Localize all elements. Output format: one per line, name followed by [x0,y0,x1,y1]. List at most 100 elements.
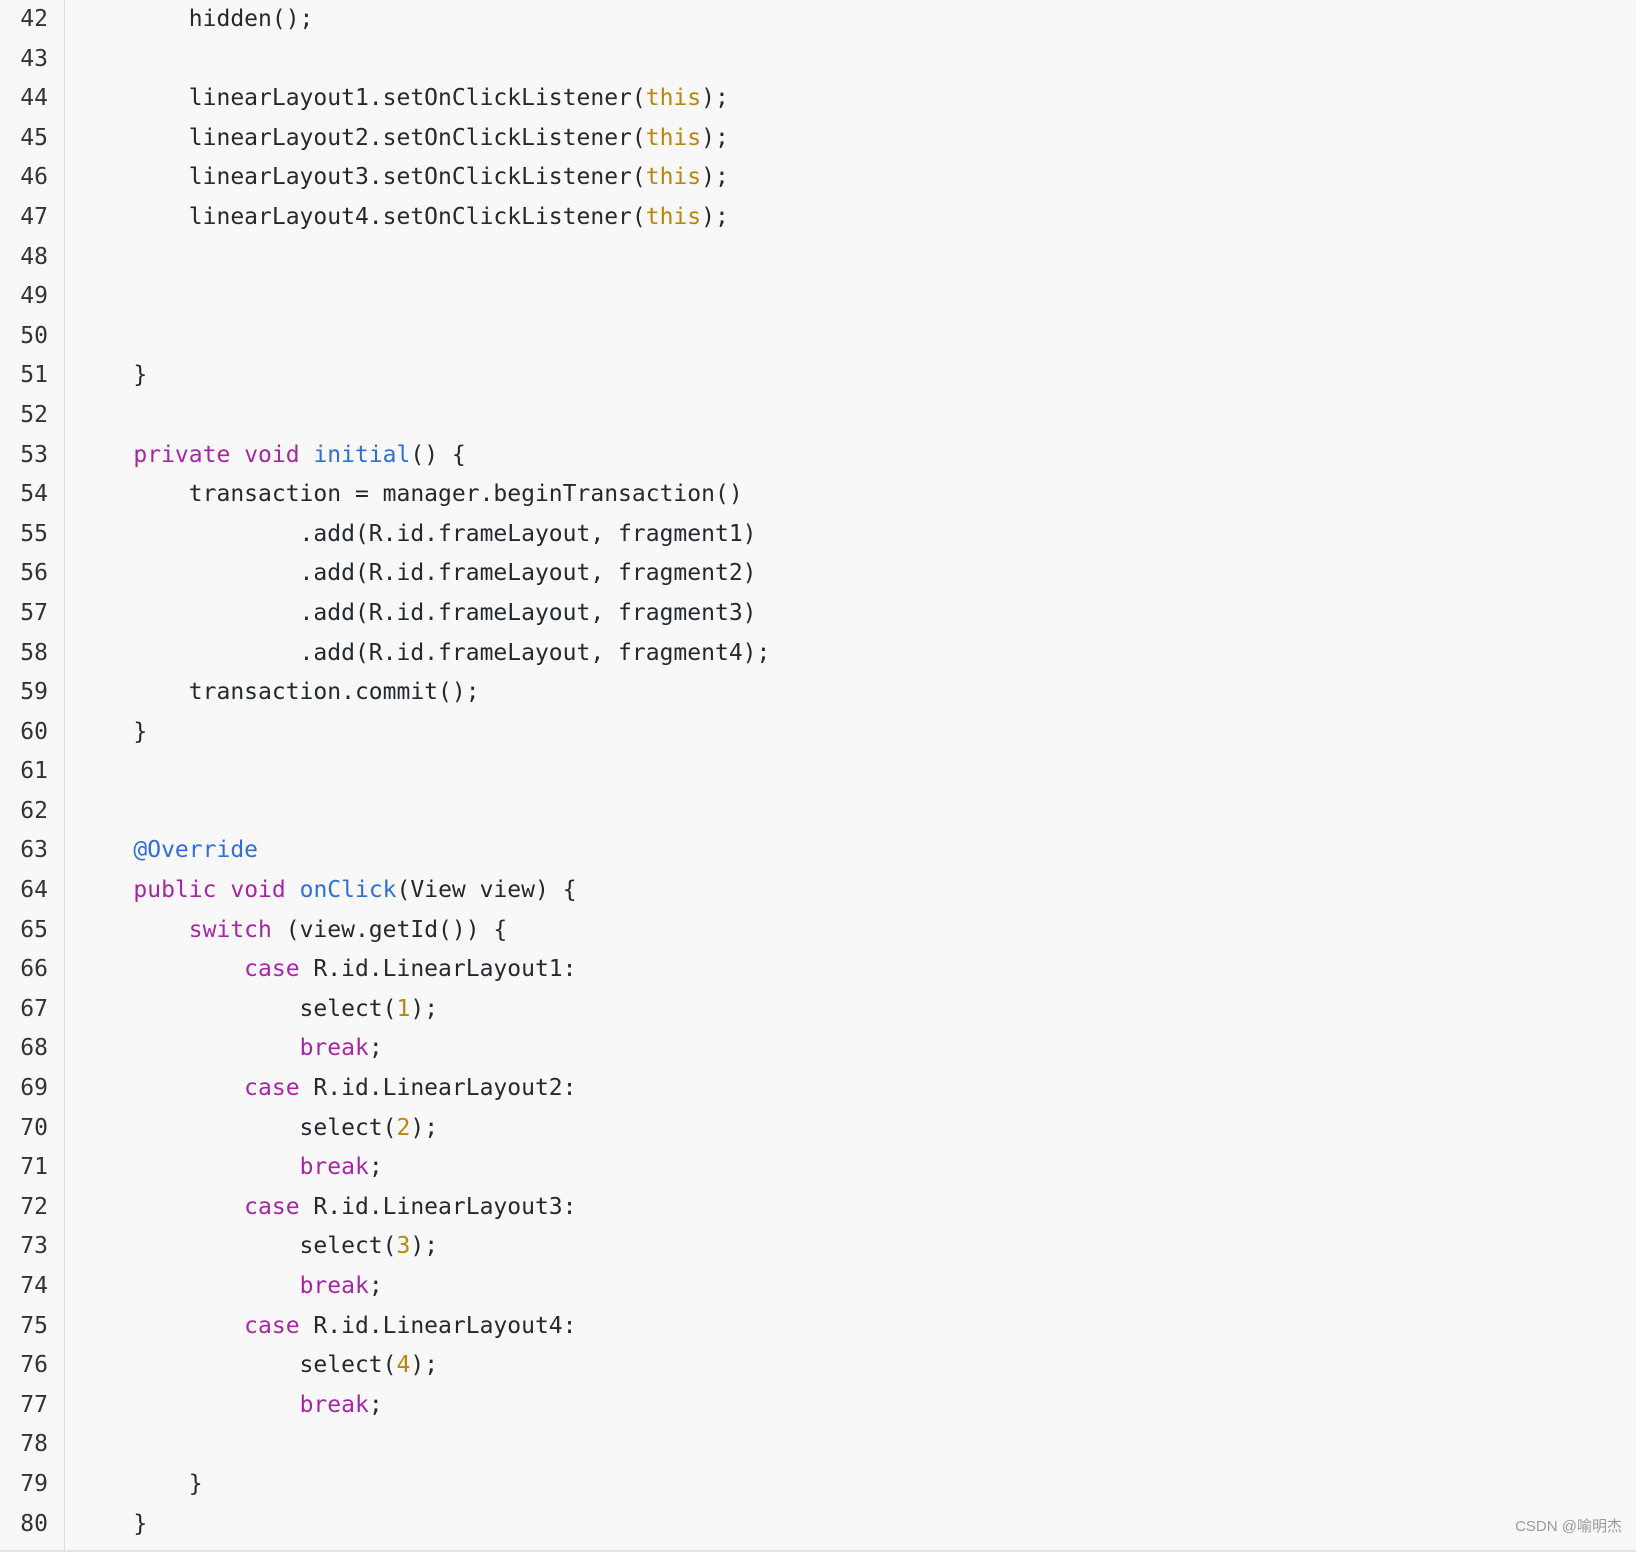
code-line: 73 select(3); [0,1227,1636,1267]
line-number: 64 [20,877,48,904]
code-token: break [299,1391,369,1418]
code-token: .add(R.id.frameLayout, fragment1) [78,520,757,547]
code-line: 80 } [0,1505,1636,1545]
code-token: (view.getId()) { [271,916,508,943]
line-number: 49 [20,283,48,310]
code-line: 66 case R.id.LinearLayout1: [0,950,1636,990]
line-code: hidden(); [78,0,314,40]
line-code: break; [78,1267,383,1307]
code-line: 50 [0,317,1636,357]
code-token: } [78,362,148,389]
code-token: transaction.commit(); [78,679,480,706]
line-number: 44 [20,85,48,112]
line-number: 74 [20,1273,48,1299]
line-number: 43 [20,45,48,72]
code-token: case [244,1312,300,1339]
code-token: switch [188,916,272,943]
code-line: 45 linearLayout2.setOnClickListener(this… [0,119,1636,159]
code-line: 77 break; [0,1386,1636,1426]
line-number: 76 [20,1352,48,1379]
code-block: 42 hidden(); 43 44 linearLayout1.setOnClic… [0,0,1636,1544]
line-number: 61 [20,758,48,785]
line-code: } [78,713,147,753]
line-code: } [78,356,147,396]
line-code: break; [78,1386,383,1426]
code-token: ); [701,203,729,230]
code-token: void [244,441,300,468]
code-line: 46 linearLayout3.setOnClickListener(this… [0,158,1636,198]
code-token: this [645,164,702,191]
line-code: select(1); [78,990,439,1030]
line-code: } [78,1465,203,1505]
code-token: R.id.LinearLayout1: [299,956,577,983]
code-token: void [230,877,286,904]
code-token: hidden(); [78,6,314,32]
line-number: 68 [20,1035,48,1062]
line-code: .add(R.id.frameLayout, fragment4); [78,634,771,674]
code-token: ); [701,164,729,191]
line-number: 55 [20,520,48,547]
line-number: 47 [20,203,48,230]
code-line: 69 case R.id.LinearLayout2: [0,1069,1636,1109]
line-code: select(4); [78,1346,439,1386]
code-line: 60 } [0,713,1636,753]
line-number: 58 [20,639,48,666]
code-token: ; [368,1035,383,1062]
code-token: .add(R.id.frameLayout, fragment4); [78,639,771,666]
code-token: R.id.LinearLayout2: [299,1075,577,1102]
code-token: @Override [133,837,259,864]
code-token: 4 [396,1352,411,1379]
code-token: ; [368,1391,383,1418]
code-token: linearLayout2.setOnClickListener( [78,124,646,151]
line-code: case R.id.LinearLayout2: [78,1069,577,1109]
code-viewer: 42 hidden(); 43 44 linearLayout1.setOnClic… [0,0,1636,1552]
line-code: select(2); [78,1109,439,1149]
code-token: 1 [396,995,411,1022]
code-token: break [299,1035,369,1062]
code-token: break [299,1273,369,1299]
line-number: 69 [20,1075,48,1102]
line-number: 80 [20,1510,48,1537]
code-token: } [78,1470,203,1497]
code-token: ); [701,85,729,112]
line-number: 67 [20,995,48,1022]
code-token: case [244,1193,300,1220]
code-token: case [244,1075,300,1102]
code-token: public [133,877,217,904]
line-code: break; [78,1029,383,1069]
line-code: case R.id.LinearLayout1: [78,950,577,990]
watermark: CSDN @喻明杰 [1515,1518,1622,1535]
line-number: 52 [20,401,48,428]
code-token: select( [78,1114,397,1141]
line-code: linearLayout4.setOnClickListener(this); [78,198,729,238]
line-number: 77 [20,1391,48,1418]
line-code: select(3); [78,1227,439,1267]
code-line: 78 [0,1425,1636,1465]
line-number: 46 [20,164,48,191]
code-line: 63 @Override [0,831,1636,871]
code-line: 47 linearLayout4.setOnClickListener(this… [0,198,1636,238]
code-token: () { [410,441,466,468]
code-line: 58 .add(R.id.frameLayout, fragment4); [0,634,1636,674]
code-token: .add(R.id.frameLayout, fragment2) [78,560,757,587]
line-number: 63 [20,837,48,864]
line-code: .add(R.id.frameLayout, fragment2) [78,554,757,594]
code-token: break [299,1154,369,1181]
line-code: .add(R.id.frameLayout, fragment3) [78,594,757,634]
code-line: 43 [0,40,1636,80]
line-number: 70 [20,1114,48,1141]
line-number: 50 [20,322,48,349]
code-token: .add(R.id.frameLayout, fragment3) [78,599,757,626]
